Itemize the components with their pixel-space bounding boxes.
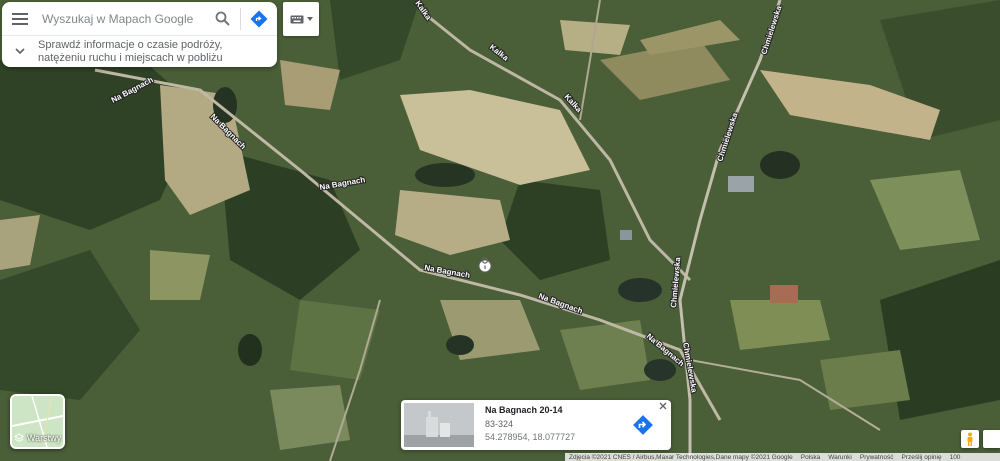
traffic-info-line-1: Sprawdź informacje o czasie podróży, — [38, 38, 223, 51]
expand-button[interactable] — [2, 48, 38, 55]
feedback-link[interactable]: Prześlij opinię — [897, 454, 945, 461]
country-link[interactable]: Polska — [797, 454, 825, 461]
satellite-map[interactable]: Na Bagnach Na Bagnach Na Bagnach Na Bagn… — [0, 0, 1000, 461]
layers-button[interactable]: Warstwy — [10, 394, 65, 449]
layers-label-row: Warstwy — [12, 433, 63, 443]
imagery-attribution: Zdjęcia ©2021 CNES / Airbus,Maxar Techno… — [569, 453, 793, 461]
search-icon — [215, 11, 230, 26]
traffic-info-line-2: natężeniu ruchu i miejscach w pobliżu — [38, 51, 223, 64]
traffic-info-text: Sprawdź informacje o czasie podróży, nat… — [38, 39, 258, 65]
street-view-pegman[interactable] — [961, 430, 979, 448]
place-info-card[interactable]: Na Bagnach 20-14 83-324 54.278954, 18.07… — [401, 400, 671, 450]
search-row — [2, 2, 277, 36]
scale-label[interactable]: 100 — [946, 454, 965, 461]
layers-label: Warstwy — [26, 433, 62, 443]
terms-link[interactable]: Warunki — [824, 454, 856, 461]
dropdown-arrow-icon — [306, 17, 313, 21]
directions-icon[interactable] — [631, 413, 655, 437]
map-footer: Zdjęcia ©2021 CNES / Airbus,Maxar Techno… — [565, 453, 1000, 461]
close-icon — [659, 402, 667, 410]
street-view-thumbnail — [404, 403, 474, 447]
layers-icon — [13, 433, 24, 443]
input-tools-button[interactable] — [283, 2, 319, 36]
directions-button[interactable] — [241, 2, 277, 36]
traffic-info-row[interactable]: Sprawdź informacje o czasie podróży, nat… — [2, 36, 277, 67]
keyboard-icon — [290, 15, 303, 23]
pegman-icon — [967, 432, 973, 446]
search-panel: Sprawdź informacje o czasie podróży, nat… — [2, 2, 277, 67]
zoom-controls[interactable] — [983, 430, 1000, 448]
search-input[interactable] — [38, 11, 204, 26]
close-button[interactable] — [659, 401, 667, 413]
directions-icon — [250, 10, 268, 27]
privacy-link[interactable]: Prywatność — [856, 454, 898, 461]
menu-icon — [12, 12, 28, 25]
search-button[interactable] — [204, 2, 240, 36]
menu-button[interactable] — [2, 2, 38, 36]
place-thumbnail[interactable] — [404, 403, 474, 447]
chevron-down-icon — [15, 48, 25, 55]
